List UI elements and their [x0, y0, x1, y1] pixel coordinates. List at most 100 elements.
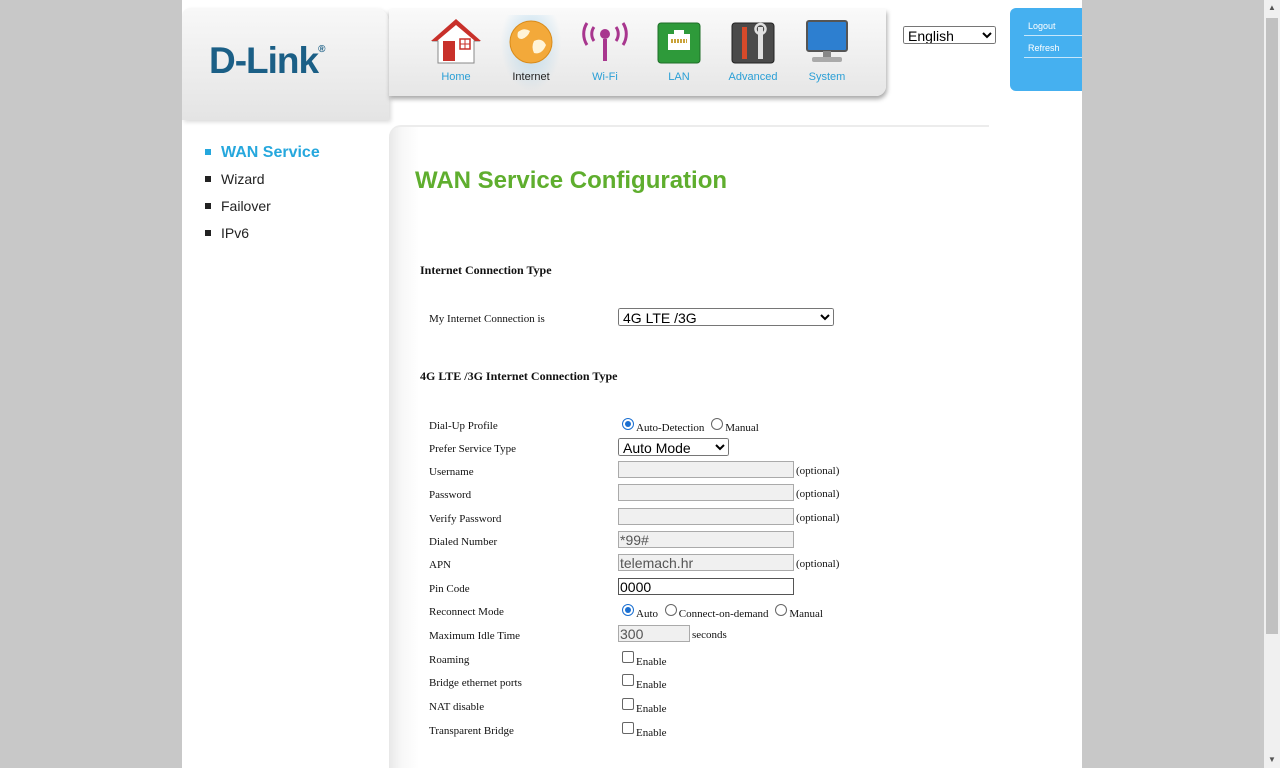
row-transparent-bridge: Transparent Bridge Enable — [429, 720, 989, 742]
apn-label: APN — [429, 559, 452, 571]
bridge-ports-label: Bridge ethernet ports — [429, 677, 522, 689]
page-title: WAN Service Configuration — [415, 167, 728, 194]
row-password: Password (optional) — [429, 484, 989, 506]
nat-disable-label: NAT disable — [429, 701, 485, 713]
logout-link[interactable]: Logout — [1024, 14, 1082, 36]
reconnect-ondemand-label: Connect-on-demand — [678, 608, 769, 620]
max-idle-time-field[interactable] — [618, 625, 690, 642]
row-apn: APN (optional) — [429, 554, 989, 576]
username-label: Username — [429, 466, 474, 478]
pin-code-field[interactable] — [618, 578, 794, 595]
dialup-auto-radio[interactable] — [622, 418, 634, 430]
nav-system[interactable]: System — [794, 15, 860, 95]
nav-internet-label: Internet — [512, 71, 550, 83]
row-dialup-profile: Dial-Up Profile Auto-Detection Manual — [429, 415, 989, 437]
dialup-manual-radio[interactable] — [711, 418, 724, 430]
service-type-label: Prefer Service Type — [429, 443, 516, 455]
verify-password-field[interactable] — [618, 508, 794, 525]
section-connection-type: Internet Connection Type — [420, 263, 552, 277]
nav-advanced[interactable]: Advanced — [720, 15, 786, 95]
user-menu: Logout Refresh — [1010, 8, 1082, 91]
sidebar-item-failover[interactable]: Failover — [182, 194, 382, 221]
sidebar-item-wizard[interactable]: Wizard — [182, 167, 382, 194]
sidebar-item-wan-service[interactable]: WAN Service — [182, 140, 382, 167]
reconnect-mode-label: Reconnect Mode — [429, 606, 504, 618]
apn-field[interactable] — [618, 554, 794, 571]
connection-type-select[interactable]: 4G LTE /3G — [618, 308, 834, 326]
refresh-link[interactable]: Refresh — [1024, 36, 1082, 58]
globe-icon — [509, 20, 553, 64]
scroll-thumb[interactable] — [1266, 18, 1278, 634]
nav-wifi[interactable]: Wi-Fi — [572, 15, 638, 95]
max-idle-time-unit: seconds — [692, 629, 727, 641]
sidebar: WAN Service Wizard Failover IPv6 — [182, 140, 382, 248]
row-reconnect-mode: Reconnect Mode Auto Connect-on-demand Ma… — [429, 601, 989, 623]
nav-home[interactable]: Home — [423, 15, 489, 95]
apn-note: (optional) — [796, 558, 840, 570]
connection-label: My Internet Connection is — [429, 313, 545, 325]
content-panel: WAN Service Configuration Internet Conne… — [389, 125, 989, 768]
max-idle-time-label: Maximum Idle Time — [429, 630, 521, 642]
language-select[interactable]: English — [903, 26, 996, 44]
sidebar-item-ipv6[interactable]: IPv6 — [182, 221, 382, 248]
reconnect-ondemand-radio[interactable] — [664, 604, 677, 616]
nat-disable-checkbox[interactable] — [622, 698, 634, 710]
scroll-down-icon[interactable]: ▼ — [1268, 755, 1276, 764]
page-scrollbar[interactable]: ▲ ▼ — [1264, 0, 1280, 768]
dialed-number-field[interactable] — [618, 531, 794, 548]
ethernet-port-icon — [657, 22, 701, 64]
scroll-up-icon[interactable]: ▲ — [1268, 3, 1276, 12]
router-admin-page: D-Link® Home Internet Wi-Fi LAN Advanced… — [182, 0, 1082, 768]
row-verify-password: Verify Password (optional) — [429, 508, 989, 530]
nav-advanced-label: Advanced — [728, 71, 778, 83]
wifi-antenna-icon — [582, 22, 628, 61]
logo-panel: D-Link® — [182, 8, 389, 120]
dialup-profile-label: Dial-Up Profile — [429, 420, 498, 432]
pin-code-label: Pin Code — [429, 583, 470, 595]
nav-internet[interactable]: Internet — [498, 15, 564, 95]
nav-home-label: Home — [441, 71, 471, 83]
roaming-label: Roaming — [429, 654, 470, 666]
bridge-ports-checkbox[interactable] — [622, 674, 634, 686]
top-nav: Home Internet Wi-Fi LAN Advanced System — [389, 9, 886, 96]
username-note: (optional) — [796, 465, 840, 477]
nav-system-label: System — [808, 71, 846, 83]
row-username: Username (optional) — [429, 461, 989, 483]
reconnect-auto-label: Auto — [636, 608, 658, 620]
roaming-checkbox[interactable] — [622, 651, 634, 663]
dialup-manual-label: Manual — [725, 422, 759, 434]
row-service-type: Prefer Service Type Auto Mode — [429, 438, 989, 460]
password-note: (optional) — [796, 488, 840, 500]
verify-password-note: (optional) — [796, 512, 840, 524]
row-roaming: Roaming Enable — [429, 649, 989, 671]
password-field[interactable] — [618, 484, 794, 501]
section-lte-type: 4G LTE /3G Internet Connection Type — [420, 369, 618, 383]
roaming-option-label: Enable — [636, 656, 667, 668]
bridge-ports-option-label: Enable — [636, 679, 667, 691]
verify-password-label: Verify Password — [429, 513, 502, 525]
reconnect-auto-radio[interactable] — [622, 604, 634, 616]
reconnect-manual-radio[interactable] — [775, 604, 788, 616]
row-connection: My Internet Connection is 4G LTE /3G — [429, 308, 989, 330]
transparent-bridge-checkbox[interactable] — [622, 722, 634, 734]
dialup-auto-label: Auto-Detection — [636, 422, 705, 434]
row-bridge-ports: Bridge ethernet ports Enable — [429, 672, 989, 694]
transparent-bridge-label: Transparent Bridge — [429, 725, 514, 737]
dialed-number-label: Dialed Number — [429, 536, 498, 548]
row-nat-disable: NAT disable Enable — [429, 696, 989, 718]
tools-icon — [731, 22, 775, 64]
nav-lan-label: LAN — [668, 71, 690, 83]
password-label: Password — [429, 489, 472, 501]
monitor-icon — [806, 20, 848, 62]
username-field[interactable] — [618, 461, 794, 478]
service-type-select[interactable]: Auto Mode — [618, 438, 729, 456]
row-pin-code: Pin Code — [429, 578, 989, 600]
nat-disable-option-label: Enable — [636, 703, 667, 715]
row-dialed-number: Dialed Number — [429, 531, 989, 553]
reconnect-manual-label: Manual — [789, 608, 823, 620]
nav-lan[interactable]: LAN — [646, 15, 712, 95]
nav-wifi-label: Wi-Fi — [592, 71, 618, 83]
dlink-logo: D-Link® — [209, 40, 326, 81]
row-max-idle-time: Maximum Idle Time seconds — [429, 625, 989, 647]
home-icon — [431, 19, 481, 64]
